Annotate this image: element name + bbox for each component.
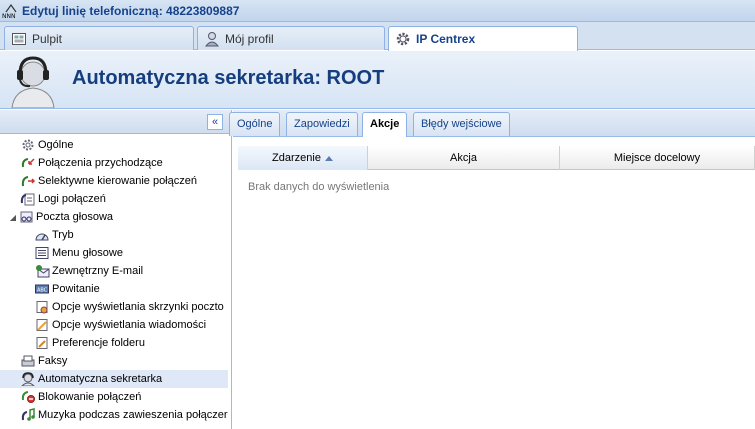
tab-ip-centrex[interactable]: IP Centrex (388, 26, 578, 51)
sidebar-toolbar: « (0, 110, 231, 134)
sidebar-item-label: Automatyczna sekretarka (38, 373, 163, 385)
sidebar-item-muzyka-zawieszenia[interactable]: Muzyka podczas zawieszenia połączer (0, 406, 231, 424)
greeting-icon: ABC (34, 282, 50, 296)
tab-zapowiedzi[interactable]: Zapowiedzi (286, 112, 358, 136)
window-titlebar: NNN Edytuj linię telefoniczną: 482238098… (0, 0, 755, 22)
sidebar-item-label: Faksy (38, 355, 68, 367)
sidebar-item-label: Poczta głosowa (36, 211, 114, 223)
sidebar-item-blokowanie-polaczen[interactable]: Blokowanie połączeń (0, 388, 231, 406)
column-header-miejsce-docelowe[interactable]: Miejsce docelowy (560, 146, 755, 170)
sidebar-item-label: Opcje wyświetlania skrzynki poczto (52, 301, 224, 313)
call-block-icon (20, 390, 36, 404)
menu-list-icon (34, 246, 50, 260)
sidebar-item-automatyczna-sekretarka[interactable]: Automatyczna sekretarka (0, 370, 228, 388)
sidebar-item-label: Menu głosowe (52, 247, 123, 259)
sidebar-item-label: Blokowanie połączeń (38, 391, 142, 403)
fax-icon (20, 354, 36, 368)
voicemail-icon (18, 210, 34, 224)
svg-text:ABC: ABC (37, 288, 48, 294)
sidebar-item-menu-glosowe[interactable]: Menu głosowe (0, 244, 231, 262)
sidebar-item-label: Selektywne kierowanie połączeń (38, 175, 197, 187)
navigation-tree: Ogólne Połączenia przychodzące Selektywn… (0, 134, 231, 424)
operator-headset-icon (6, 54, 60, 109)
sidebar-item-polaczenia-przychodzace[interactable]: Połączenia przychodzące (0, 154, 231, 172)
tab-pulpit[interactable]: Pulpit (4, 26, 194, 50)
tab-ip-centrex-label: IP Centrex (416, 32, 476, 46)
tab-ogolne[interactable]: Ogólne (229, 112, 281, 136)
sidebar: « Ogólne Połączenia przychodzące Selekty… (0, 110, 232, 429)
sidebar-item-powitanie[interactable]: ABC Powitanie (0, 280, 231, 298)
call-log-icon (20, 192, 36, 206)
svg-text:NNN: NNN (2, 13, 15, 19)
user-icon (204, 31, 220, 47)
sidebar-item-zewnetrzny-email[interactable]: Zewnętrzny E-mail (0, 262, 231, 280)
tab-pulpit-label: Pulpit (32, 31, 63, 46)
page-title: Automatyczna sekretarka: ROOT (72, 67, 385, 89)
sidebar-item-tryb[interactable]: Tryb (0, 226, 231, 244)
sidebar-item-preferencje-folderu[interactable]: Preferencje folderu (0, 334, 231, 352)
sidebar-item-label: Preferencje folderu (52, 337, 145, 349)
sidebar-item-label: Ogólne (38, 139, 74, 151)
sidebar-item-label: Opcje wyświetlania wiadomości (52, 319, 207, 331)
sidebar-item-opcje-wiadomosci[interactable]: Opcje wyświetlania wiadomości (0, 316, 231, 334)
main-panel: Ogólne Zapowiedzi Akcje Błędy wejściowe … (229, 110, 755, 429)
sidebar-item-label: Logi połączeń (38, 193, 106, 205)
content-tab-bar: Ogólne Zapowiedzi Akcje Błędy wejściowe (229, 110, 755, 137)
sidebar-item-logi-polaczen[interactable]: Logi połączeń (0, 190, 231, 208)
dashboard-icon (11, 31, 27, 47)
call-routing-icon (20, 174, 36, 188)
actions-grid: Zdarzenie Akcja Miejsce docelowy Brak da… (238, 146, 755, 204)
grid-header: Zdarzenie Akcja Miejsce docelowy (238, 146, 755, 170)
page-header: Automatyczna sekretarka: ROOT (0, 51, 755, 109)
sidebar-item-opcje-skrzynki[interactable]: Opcje wyświetlania skrzynki poczto (0, 298, 231, 316)
column-header-zdarzenie[interactable]: Zdarzenie (238, 146, 368, 170)
operator-headset-icon (20, 372, 36, 387)
column-header-label: Zdarzenie (272, 152, 321, 164)
collapse-sidebar-button[interactable]: « (207, 114, 223, 130)
external-email-icon (34, 264, 50, 278)
column-header-akcja[interactable]: Akcja (368, 146, 560, 170)
sidebar-item-label: Muzyka podczas zawieszenia połączer (38, 409, 228, 421)
gear-icon (20, 138, 36, 152)
grid-empty-message: Brak danych do wyświetlenia (248, 181, 390, 193)
top-tab-bar: Pulpit Mój profil IP Centrex (0, 22, 755, 51)
tab-akcje[interactable]: Akcje (362, 112, 408, 137)
message-options-icon (34, 318, 50, 332)
tab-bledy-wejsciowe[interactable]: Błędy wejściowe (413, 112, 510, 136)
folder-preferences-icon (34, 336, 50, 350)
sidebar-item-selektywne-kierowanie[interactable]: Selektywne kierowanie połączeń (0, 172, 231, 190)
sidebar-item-label: Tryb (52, 229, 74, 241)
mailbox-options-icon (34, 300, 50, 314)
sidebar-item-faksy[interactable]: Faksy (0, 352, 231, 370)
tree-collapse-toggle-icon[interactable]: ◢ (8, 213, 18, 222)
sort-ascending-icon (324, 155, 333, 161)
incoming-call-icon (20, 156, 36, 170)
sidebar-item-ogolne[interactable]: Ogólne (0, 136, 231, 154)
mode-gauge-icon (34, 228, 50, 242)
tab-moj-profil[interactable]: Mój profil (197, 26, 385, 50)
sidebar-item-poczta-glosowa[interactable]: ◢ Poczta głosowa (0, 208, 231, 226)
nnn-logo-icon: NNN (2, 0, 20, 22)
sidebar-item-label: Zewnętrzny E-mail (52, 265, 144, 277)
window-title: Edytuj linię telefoniczną: 48223809887 (22, 3, 240, 18)
music-hold-icon (20, 408, 36, 422)
tab-moj-profil-label: Mój profil (225, 31, 274, 46)
sidebar-item-label: Powitanie (52, 283, 100, 295)
sidebar-item-label: Połączenia przychodzące (38, 157, 163, 169)
gear-icon (395, 31, 411, 47)
